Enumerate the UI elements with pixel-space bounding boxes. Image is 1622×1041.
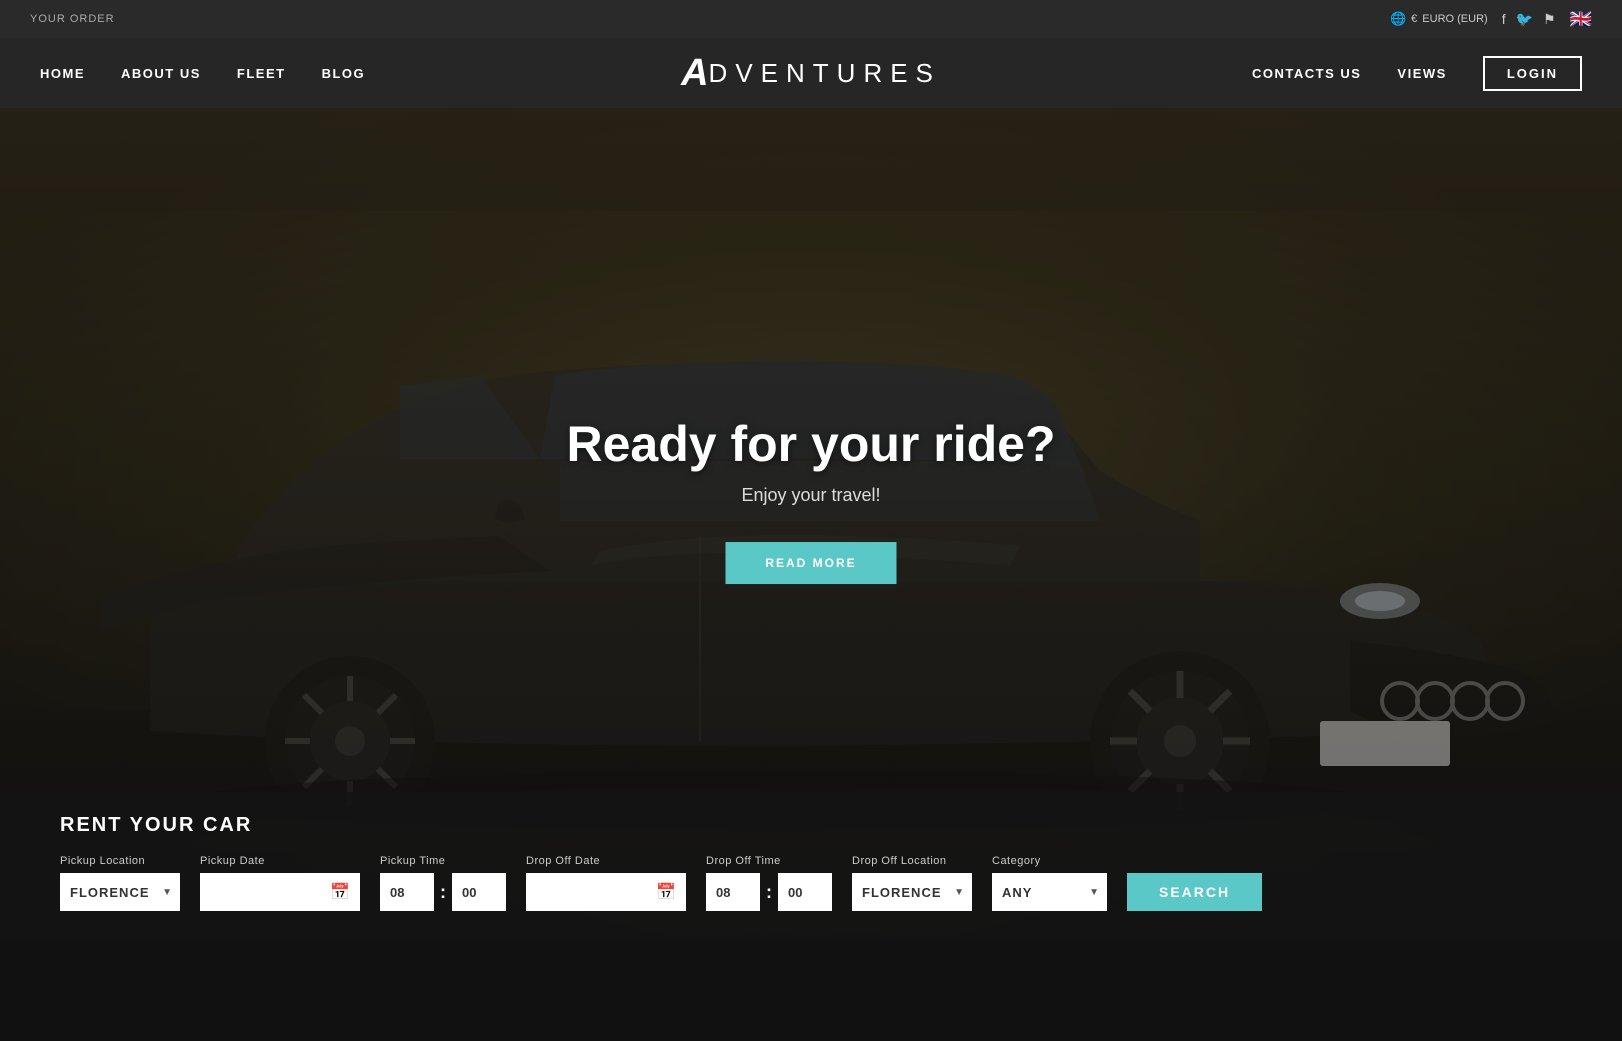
pickup-time-wrapper: 0809101112 : 00153045 (380, 873, 506, 911)
dropoff-minute-select[interactable]: 00153045 (778, 873, 832, 911)
rent-form: Pickup Location FLORENCE ROME MILAN VENI… (60, 855, 1562, 911)
currency-symbol: € (1411, 13, 1417, 25)
twitter-icon[interactable]: 🐦 (1516, 11, 1533, 28)
dropoff-hour-wrapper: 0809101112 (706, 873, 760, 911)
nav-contacts[interactable]: CONTACTS US (1252, 66, 1361, 81)
dropoff-minute-wrapper: 00153045 (778, 873, 832, 911)
category-label: Category (992, 855, 1107, 867)
facebook-icon[interactable]: f (1502, 11, 1506, 28)
category-group: Category ANY ECONOMY COMPACT SUV LUXURY … (992, 855, 1107, 911)
dropoff-date-group: Drop Off Date 📅 (526, 855, 686, 911)
search-button[interactable]: SEARCH (1127, 873, 1262, 911)
your-order-label[interactable]: YOUR ORDER (30, 13, 115, 25)
dropoff-date-label: Drop Off Date (526, 855, 686, 867)
login-button[interactable]: LOGIN (1483, 56, 1582, 91)
rent-section: RENT YOUR CAR Pickup Location FLORENCE R… (0, 792, 1622, 941)
brand-logo[interactable]: A DVENTURES (681, 54, 941, 92)
pickup-date-label: Pickup Date (200, 855, 360, 867)
dropoff-hour-select[interactable]: 0809101112 (706, 873, 760, 911)
category-select[interactable]: ANY ECONOMY COMPACT SUV LUXURY (992, 873, 1107, 911)
pickup-location-select[interactable]: FLORENCE ROME MILAN VENICE (60, 873, 180, 911)
pickup-time-group: Pickup Time 0809101112 : 00153045 (380, 855, 506, 911)
dropoff-time-label: Drop Off Time (706, 855, 832, 867)
dropoff-time-wrapper: 0809101112 : 00153045 (706, 873, 832, 911)
dropoff-location-wrapper: FLORENCE ROME MILAN VENICE ▼ (852, 873, 972, 911)
pickup-location-wrapper: FLORENCE ROME MILAN VENICE ▼ (60, 873, 180, 911)
dropoff-location-group: Drop Off Location FLORENCE ROME MILAN VE… (852, 855, 972, 911)
brand-letter: A (681, 54, 708, 92)
nav-about[interactable]: ABOUT US (121, 66, 201, 81)
pickup-location-label: Pickup Location (60, 855, 180, 867)
dropoff-time-group: Drop Off Time 0809101112 : 00153045 (706, 855, 832, 911)
pickup-hour-select[interactable]: 0809101112 (380, 873, 434, 911)
rent-title: RENT YOUR CAR (60, 814, 1562, 837)
dropoff-date-input[interactable] (526, 873, 686, 911)
pickup-hour-wrapper: 0809101112 (380, 873, 434, 911)
pickup-location-group: Pickup Location FLORENCE ROME MILAN VENI… (60, 855, 180, 911)
nav-left: HOME ABOUT US FLEET BLOG (40, 66, 365, 81)
pickup-minute-select[interactable]: 00153045 (452, 873, 506, 911)
dropoff-location-label: Drop Off Location (852, 855, 972, 867)
euro-circle-icon: 🌐 (1390, 11, 1406, 27)
currency-selector[interactable]: 🌐 € EURO (EUR) (1390, 11, 1488, 27)
foursquare-icon[interactable]: ⚑ (1543, 11, 1556, 28)
dropoff-date-wrapper: 📅 (526, 873, 686, 911)
pickup-date-group: Pickup Date 📅 (200, 855, 360, 911)
category-wrapper: ANY ECONOMY COMPACT SUV LUXURY ▼ (992, 873, 1107, 911)
hero-title: Ready for your ride? (567, 415, 1056, 473)
top-bar-right: 🌐 € EURO (EUR) f 🐦 ⚑ 🇬🇧 (1390, 9, 1592, 30)
hero-section: Ready for your ride? Enjoy your travel! … (0, 108, 1622, 941)
pickup-date-input[interactable] (200, 873, 360, 911)
dropoff-location-select[interactable]: FLORENCE ROME MILAN VENICE (852, 873, 972, 911)
pickup-minute-wrapper: 00153045 (452, 873, 506, 911)
read-more-button[interactable]: READ MORE (725, 542, 896, 584)
nav-right: CONTACTS US VIEWS LOGIN (1252, 56, 1582, 91)
pickup-time-label: Pickup Time (380, 855, 506, 867)
navbar: HOME ABOUT US FLEET BLOG A DVENTURES CON… (0, 38, 1622, 108)
pickup-date-wrapper: 📅 (200, 873, 360, 911)
nav-blog[interactable]: BLOG (322, 66, 366, 81)
nav-views[interactable]: VIEWS (1397, 66, 1446, 81)
currency-label: EURO (EUR) (1422, 13, 1487, 25)
dropoff-time-colon: : (764, 882, 774, 903)
top-bar: YOUR ORDER 🌐 € EURO (EUR) f 🐦 ⚑ 🇬🇧 (0, 0, 1622, 38)
nav-fleet[interactable]: FLEET (237, 66, 286, 81)
language-flag-icon[interactable]: 🇬🇧 (1570, 9, 1592, 30)
hero-subtitle: Enjoy your travel! (567, 485, 1056, 506)
brand-rest: DVENTURES (709, 58, 941, 89)
pickup-time-colon: : (438, 882, 448, 903)
hero-content: Ready for your ride? Enjoy your travel! … (567, 415, 1056, 584)
nav-home[interactable]: HOME (40, 66, 85, 81)
social-icons: f 🐦 ⚑ (1502, 11, 1556, 28)
